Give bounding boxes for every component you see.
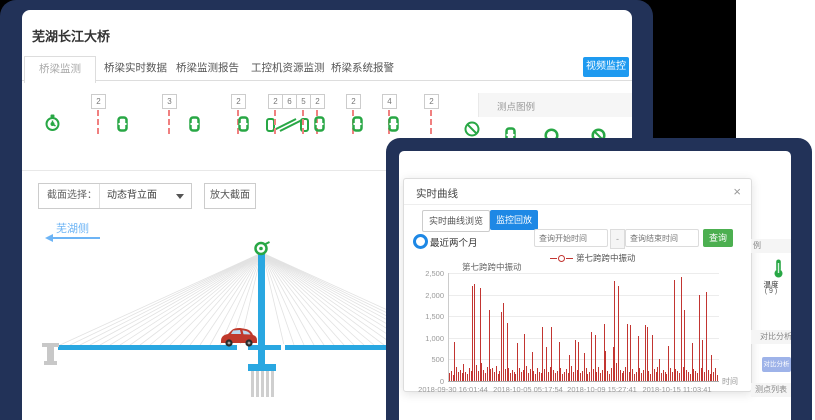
- sensor-count-badge[interactable]: 4: [382, 94, 397, 109]
- tab-bridge-monitor[interactable]: 桥梁监测: [24, 56, 96, 83]
- foundation-pile: [266, 371, 269, 397]
- x-tick-label: 2018-10-09 15:27:41: [567, 385, 637, 394]
- x-tick-label: 2018-10-05 05:17:54: [493, 385, 563, 394]
- sensor-count-badge[interactable]: 2: [310, 94, 325, 109]
- tower-top-sensor-icon[interactable]: [253, 241, 271, 256]
- deck-gap: [281, 344, 285, 351]
- compare-section-header: 对比分析: [751, 330, 791, 344]
- sensor-dashed-line: [274, 110, 276, 134]
- link-sensor-icon[interactable]: [117, 116, 128, 132]
- enlarge-section-button[interactable]: 放大截面: [204, 183, 256, 209]
- left-pier-foot: [44, 361, 57, 365]
- temperature-count: ( 9 ): [751, 288, 791, 295]
- sensor-dashed-line: [302, 110, 304, 134]
- sensor-count-badge[interactable]: 2: [346, 94, 361, 109]
- section-select-value[interactable]: 动态背立面: [107, 184, 157, 208]
- left-pier-stem: [47, 347, 54, 361]
- car-image: [218, 327, 258, 348]
- legend-header-partial-text: 例: [751, 241, 761, 250]
- alarm-clock-icon[interactable]: [44, 114, 61, 132]
- sensor-dashed-line: [168, 110, 170, 134]
- realtime-curve-dialog: 实时曲线 × 实时曲线浏览 监控回放 最近两个月 - 查询 第七跨跨中振动 第七…: [403, 178, 752, 392]
- thermometer-icon[interactable]: [773, 259, 784, 278]
- disabled-sensor-icon[interactable]: [464, 121, 480, 137]
- select-divider: [99, 184, 100, 208]
- sensor-count-badge[interactable]: 2: [424, 94, 439, 109]
- sensor-count-badge[interactable]: 2: [268, 94, 283, 109]
- x-tick-label: 2018-10-15 11:03:41: [642, 385, 711, 394]
- bridge-side-label: 芜湖侧: [56, 220, 89, 236]
- section-select-label: 截面选择：: [47, 184, 97, 208]
- foundation-pile: [271, 371, 274, 397]
- x-axis-labels: 2018-09-30 16:01:44 2018-10-05 05:17:54 20…: [404, 179, 751, 391]
- sensor-count-badge[interactable]: 3: [162, 94, 177, 109]
- compare-header-text: 对比分析: [751, 332, 791, 341]
- foundation-pile: [256, 371, 259, 397]
- caret-down-icon[interactable]: [176, 194, 184, 199]
- sensor-count-badge[interactable]: 2: [231, 94, 246, 109]
- bridge-tower: [258, 251, 265, 370]
- x-axis-name: 时间: [722, 376, 738, 387]
- sensor-count-badge[interactable]: 5: [296, 94, 311, 109]
- sensor-count-badge[interactable]: 6: [282, 94, 297, 109]
- section-select-group[interactable]: 截面选择： 动态背立面: [38, 183, 192, 209]
- foundation-pile: [251, 371, 254, 397]
- link-sensor-icon[interactable]: [352, 116, 363, 132]
- popup-window-content: 实时曲线 × 实时曲线浏览 监控回放 最近两个月 - 查询 第七跨跨中振动 第七…: [399, 151, 791, 420]
- left-arrow-icon: [52, 237, 100, 239]
- sensor-dashed-line: [97, 110, 99, 134]
- link-sensor-icon[interactable]: [314, 116, 325, 132]
- tower-foundation-cap: [248, 364, 276, 371]
- link-sensor-icon[interactable]: [238, 116, 249, 132]
- compare-analysis-button[interactable]: 对比分析: [762, 357, 791, 372]
- link-sensor-icon[interactable]: [189, 116, 200, 132]
- foundation-pile: [261, 371, 264, 397]
- point-list-section-header: 测点列表: [751, 383, 791, 397]
- sensor-count-badge[interactable]: 2: [91, 94, 106, 109]
- legend-panel-title: 测点图例: [497, 99, 535, 113]
- popup-window-frame: 实时曲线 × 实时曲线浏览 监控回放 最近两个月 - 查询 第七跨跨中振动 第七…: [386, 138, 812, 420]
- point-list-header-text: 测点列表: [751, 385, 787, 394]
- link-sensor-icon[interactable]: [388, 116, 399, 132]
- x-tick-label: 2018-09-30 16:01:44: [418, 385, 488, 394]
- legend-panel-header-partial: 例: [751, 239, 791, 253]
- screen: 芜湖长江大桥 桥梁监测 桥梁实时数据 桥梁监测报告 工控机资源监测 桥梁系统报警…: [0, 0, 815, 420]
- sensor-dashed-line: [430, 110, 432, 134]
